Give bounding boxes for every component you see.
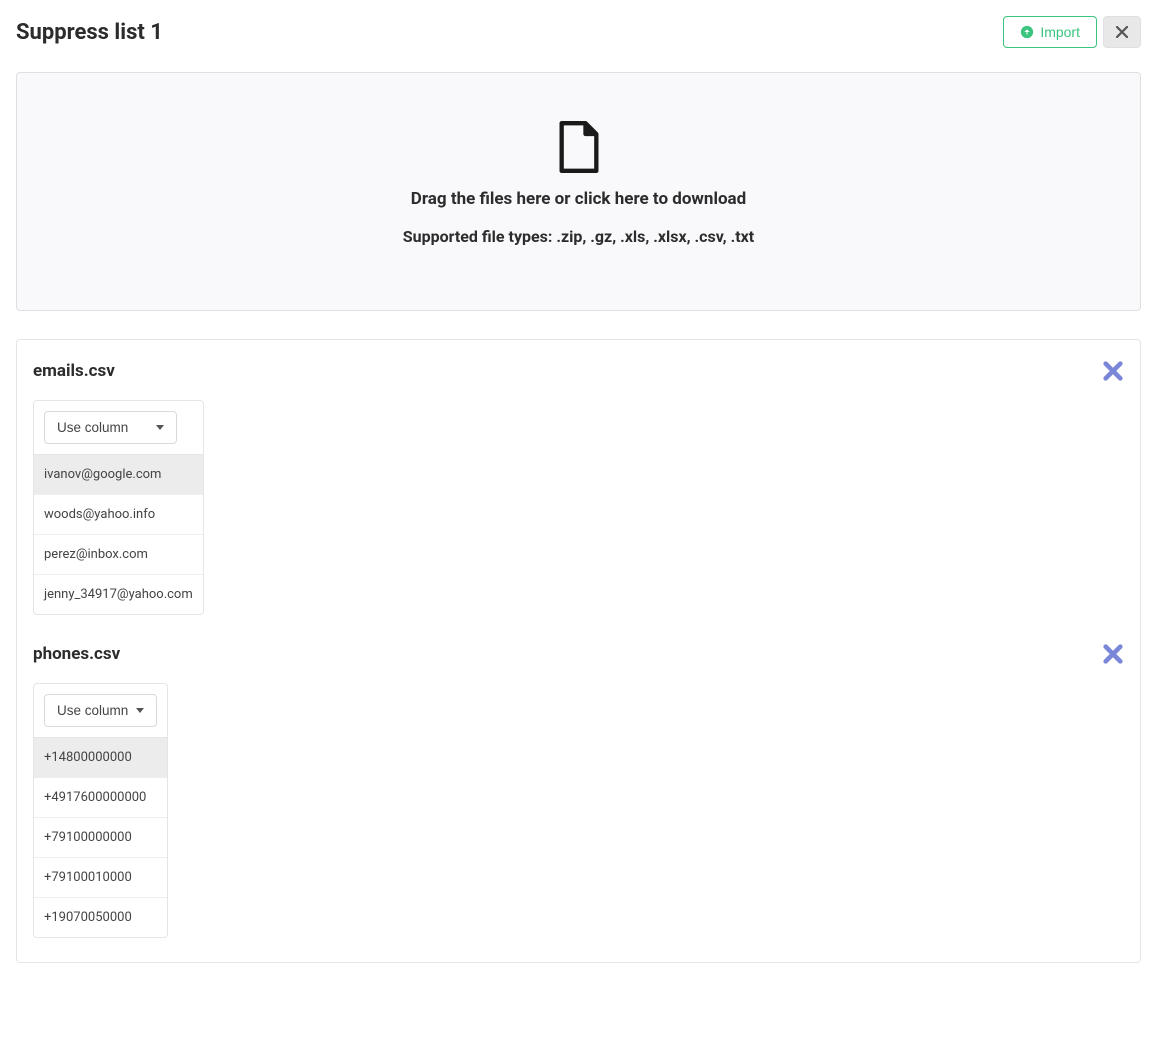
file-dropzone[interactable]: Drag the files here or click here to dow… [16, 72, 1141, 311]
table-row: perez@inbox.com [34, 535, 203, 575]
table-row: +4917600000000 [34, 778, 167, 818]
table-row: +79100000000 [34, 818, 167, 858]
caret-down-icon [156, 425, 164, 430]
caret-down-icon [136, 708, 144, 713]
files-panel: emails.csv Use column ivanov@google.com … [16, 339, 1141, 963]
column-header: Use column [34, 401, 203, 455]
page-header: Suppress list 1 Import [16, 16, 1141, 48]
import-label: Import [1040, 24, 1080, 40]
import-button[interactable]: Import [1003, 16, 1097, 48]
file-section-phones: phones.csv Use column +14800000000 +4917… [33, 643, 1124, 942]
remove-file-icon[interactable] [1102, 360, 1124, 382]
dropzone-sub-text: Supported file types: .zip, .gz, .xls, .… [37, 227, 1120, 246]
file-name: phones.csv [33, 644, 120, 664]
dropzone-main-text: Drag the files here or click here to dow… [37, 189, 1120, 209]
file-name: emails.csv [33, 361, 115, 381]
column-table: Use column ivanov@google.com woods@yahoo… [33, 400, 204, 615]
use-column-dropdown[interactable]: Use column [44, 694, 157, 727]
column-header: Use column [34, 684, 167, 738]
file-section-emails: emails.csv Use column ivanov@google.com … [33, 360, 1124, 619]
table-row: jenny_34917@yahoo.com [34, 575, 203, 614]
close-button[interactable] [1103, 16, 1141, 48]
table-row: +79100010000 [34, 858, 167, 898]
remove-file-icon[interactable] [1102, 643, 1124, 665]
header-actions: Import [1003, 16, 1141, 48]
use-column-label: Use column [57, 703, 128, 718]
close-icon [1116, 26, 1128, 38]
table-row: ivanov@google.com [34, 455, 203, 495]
use-column-label: Use column [57, 420, 128, 435]
table-row: +14800000000 [34, 738, 167, 778]
table-row: +19070050000 [34, 898, 167, 937]
page-title: Suppress list 1 [16, 20, 163, 45]
upload-icon [1020, 25, 1034, 39]
table-row: woods@yahoo.info [34, 495, 203, 535]
use-column-dropdown[interactable]: Use column [44, 411, 177, 444]
column-table: Use column +14800000000 +4917600000000 +… [33, 683, 168, 938]
file-icon [557, 121, 601, 173]
